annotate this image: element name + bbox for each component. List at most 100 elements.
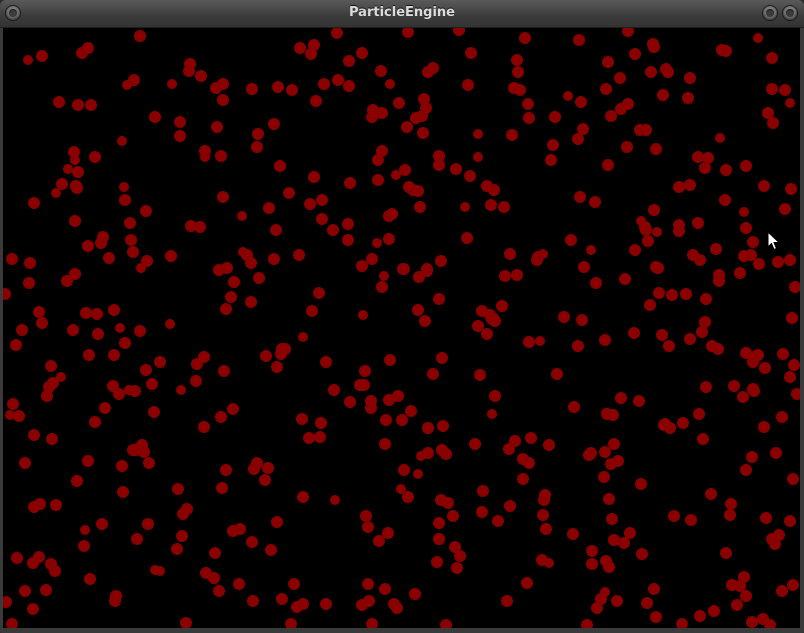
- particle: [142, 518, 154, 530]
- particle: [401, 121, 413, 133]
- particle: [590, 277, 602, 289]
- particle: [519, 32, 531, 44]
- particle: [379, 438, 391, 450]
- particle: [453, 28, 465, 36]
- particle: [753, 258, 765, 270]
- particle: [697, 433, 709, 445]
- particle: [416, 451, 426, 461]
- particle: [140, 364, 152, 376]
- particle: [283, 187, 295, 199]
- particle: [117, 486, 129, 498]
- particle: [745, 249, 757, 261]
- particle: [76, 47, 88, 59]
- particle: [27, 603, 39, 615]
- particle: [268, 119, 278, 129]
- particle: [700, 293, 712, 305]
- particle: [209, 547, 221, 559]
- particle: [342, 218, 354, 230]
- particle: [573, 34, 585, 46]
- particle: [382, 527, 394, 539]
- particle: [155, 566, 165, 576]
- particle: [108, 349, 120, 361]
- particle: [762, 107, 774, 119]
- particle: [558, 311, 570, 323]
- particle-canvas[interactable]: [3, 28, 800, 628]
- particle: [460, 202, 470, 212]
- particle: [40, 584, 52, 596]
- particle: [737, 391, 749, 403]
- particle: [535, 336, 545, 346]
- particle: [766, 52, 778, 64]
- particle: [185, 220, 197, 232]
- particle: [379, 583, 391, 595]
- particle: [344, 396, 356, 408]
- particle: [572, 133, 584, 145]
- particle: [143, 457, 155, 469]
- particle: [83, 349, 95, 361]
- particle: [45, 360, 57, 372]
- particle: [789, 281, 800, 293]
- particle: [450, 163, 462, 175]
- particle: [119, 337, 131, 349]
- particle: [622, 98, 634, 110]
- particle: [7, 398, 19, 410]
- particle: [511, 54, 523, 66]
- particle: [619, 273, 631, 285]
- particle: [785, 98, 795, 108]
- particle: [461, 232, 473, 244]
- particle: [481, 180, 493, 192]
- particle: [747, 383, 759, 395]
- particle: [713, 269, 725, 281]
- particle: [213, 264, 225, 276]
- particle: [666, 289, 678, 301]
- particle: [13, 410, 25, 422]
- particle: [650, 143, 662, 155]
- particle: [653, 287, 665, 299]
- particle: [699, 162, 711, 174]
- particle: [303, 432, 315, 444]
- close-icon[interactable]: [782, 5, 798, 21]
- particle: [412, 304, 424, 316]
- minimize-icon[interactable]: [762, 5, 778, 21]
- particle: [245, 257, 257, 269]
- particle: [473, 129, 483, 139]
- particle: [540, 523, 552, 535]
- particle: [80, 525, 90, 535]
- particle: [784, 371, 796, 383]
- particle: [140, 205, 152, 217]
- particle: [786, 312, 798, 324]
- particle: [447, 510, 459, 522]
- particle: [103, 252, 115, 264]
- particle: [648, 41, 660, 53]
- particle: [760, 512, 772, 524]
- particle: [753, 33, 763, 43]
- particle: [720, 547, 732, 559]
- particle: [367, 104, 379, 116]
- particle: [82, 455, 94, 467]
- particle: [245, 296, 257, 308]
- particle: [740, 464, 752, 476]
- particle: [476, 506, 488, 518]
- particle: [99, 402, 111, 414]
- particle: [11, 552, 23, 564]
- particle: [314, 431, 326, 443]
- particle: [746, 451, 758, 463]
- particle: [567, 528, 579, 540]
- particle: [612, 455, 624, 467]
- particle: [602, 56, 614, 68]
- particle: [384, 354, 396, 366]
- particle: [316, 213, 328, 225]
- particle: [692, 217, 704, 229]
- particle: [606, 513, 618, 525]
- particle: [130, 444, 142, 456]
- particle: [551, 368, 563, 380]
- particle: [523, 112, 535, 124]
- title-bar[interactable]: ParticleEngine: [0, 0, 804, 28]
- particle: [787, 579, 799, 591]
- particle: [598, 471, 610, 483]
- particle: [710, 243, 722, 255]
- particle: [344, 177, 356, 189]
- particle: [45, 558, 57, 570]
- particle: [437, 420, 449, 432]
- particle: [706, 340, 718, 352]
